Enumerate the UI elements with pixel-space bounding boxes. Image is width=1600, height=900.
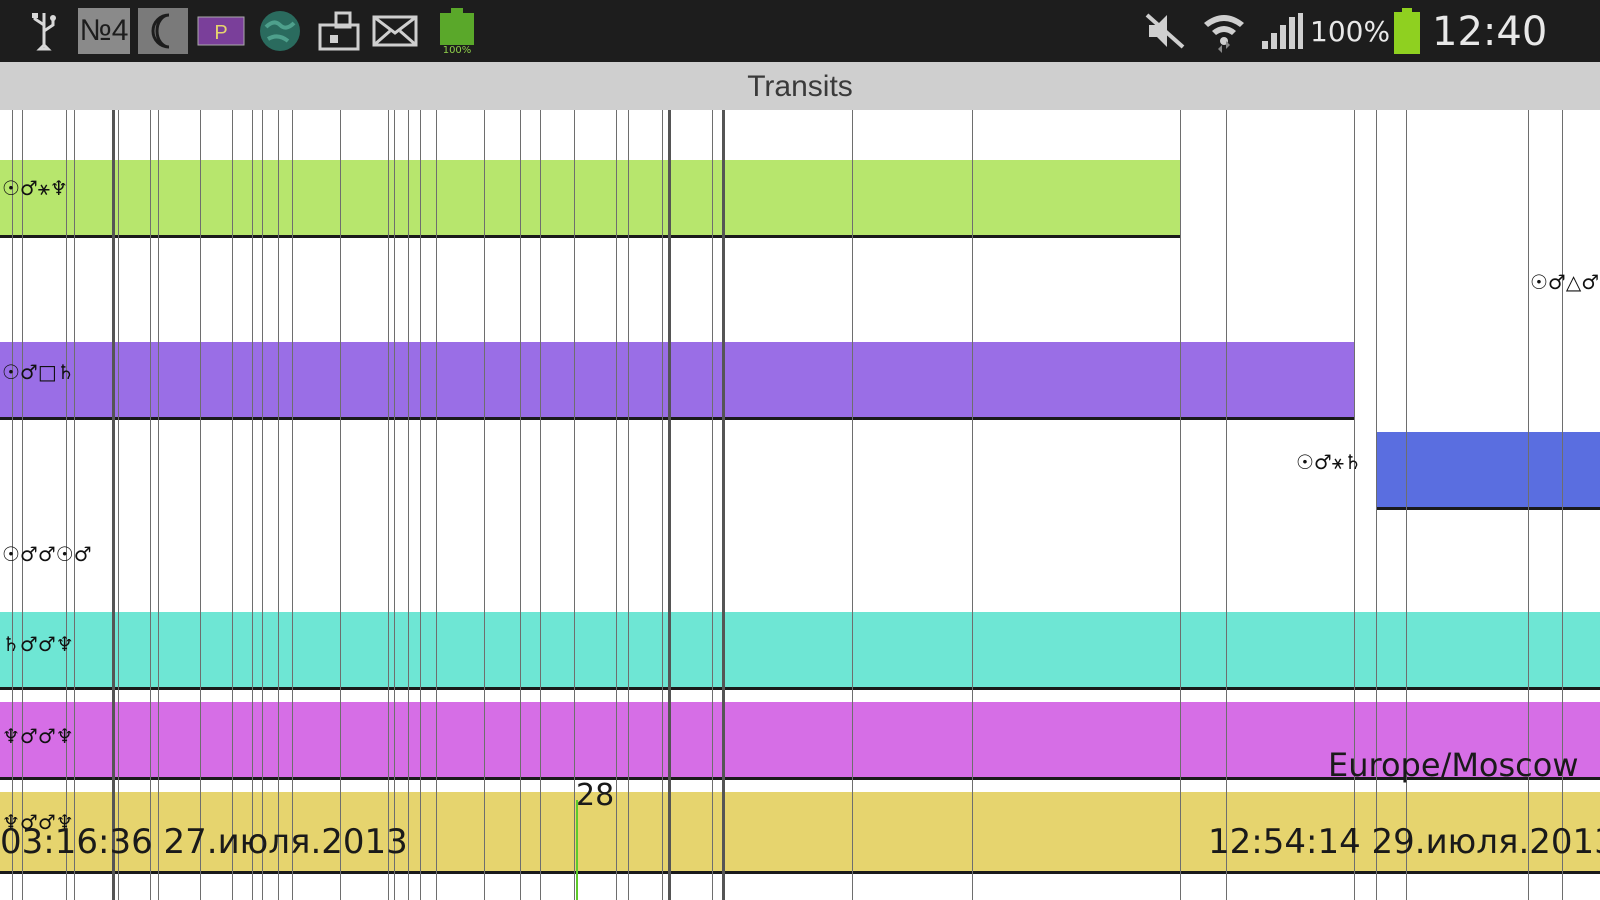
aspect-label: ♆♂♂♆	[2, 724, 74, 748]
event-line	[292, 110, 293, 900]
page-title: Transits	[747, 70, 853, 103]
mute-icon	[1140, 8, 1190, 54]
event-line	[252, 110, 253, 900]
transit-bar-sun-sextile-saturn[interactable]	[1376, 432, 1600, 508]
transit-bar-baseline	[0, 871, 1600, 874]
day-marker-label: 28	[576, 778, 615, 813]
battery-notification-icon: 100%	[436, 8, 478, 54]
svg-text:P: P	[214, 22, 227, 44]
event-line	[1180, 110, 1181, 900]
event-line	[436, 110, 437, 900]
transit-bar-baseline	[0, 687, 1600, 690]
globe-icon	[256, 8, 304, 54]
event-line	[388, 110, 389, 900]
event-line	[540, 110, 541, 900]
end-datetime: 12:54:14 29.июля.2013	[1208, 822, 1600, 862]
event-line	[74, 110, 75, 900]
wifi-icon	[1198, 8, 1250, 54]
aspect-label: ☉♂△♂	[1530, 270, 1600, 294]
event-line	[118, 110, 119, 900]
event-line	[852, 110, 853, 900]
event-line	[408, 110, 409, 900]
event-line	[150, 110, 151, 900]
event-line	[520, 110, 521, 900]
event-line	[668, 110, 671, 900]
transit-chart[interactable]: ☉♂⚹♆ ☉♂□♄ ☉♂⚹♄ ☉♂♂☉♂ ♄♂♂♆ ♆♂♂♆ ♆♂♂♆ ☉♂△♂…	[0, 110, 1600, 900]
signal-icon	[1258, 8, 1306, 54]
battery-icon	[1390, 8, 1424, 54]
aspect-label: ☉♂□♄	[2, 360, 75, 384]
event-line	[66, 110, 67, 900]
transit-bar-baseline	[0, 235, 1180, 238]
notification-count: №4	[79, 14, 129, 47]
current-day-marker	[576, 800, 578, 900]
status-bar: №4 P 100% 100% 12:40	[0, 0, 1600, 62]
event-line	[340, 110, 341, 900]
event-line	[200, 110, 201, 900]
notification-counter-icon: №4	[78, 8, 130, 54]
event-line	[22, 110, 23, 900]
aspect-label: ☉♂⚹♆	[2, 176, 68, 200]
event-line	[1226, 110, 1227, 900]
event-line	[12, 110, 13, 900]
event-line	[722, 110, 725, 900]
transit-bar-baseline	[1376, 507, 1600, 510]
transit-bar-sun-opposition-neptune[interactable]	[0, 160, 1180, 236]
event-line	[574, 110, 575, 900]
event-line	[394, 110, 395, 900]
aspect-label: ☉♂⚹♄	[1296, 450, 1362, 474]
event-line	[628, 110, 629, 900]
clock: 12:40	[1432, 9, 1548, 55]
parking-icon: P	[196, 8, 246, 54]
timezone-label: Europe/Moscow	[1328, 746, 1579, 784]
event-line	[712, 110, 713, 900]
event-line	[112, 110, 115, 900]
battery-notification-text: 100%	[443, 45, 472, 54]
event-line	[972, 110, 973, 900]
aspect-label: ☉♂♂☉♂	[2, 542, 92, 566]
mail-icon	[370, 8, 420, 54]
event-line	[232, 110, 233, 900]
transit-bar-saturn-pluto[interactable]	[0, 612, 1600, 688]
event-line	[616, 110, 617, 900]
event-line	[278, 110, 279, 900]
sim-card-icon	[316, 8, 362, 54]
event-line	[158, 110, 159, 900]
event-line	[262, 110, 263, 900]
usb-icon	[26, 8, 62, 54]
moon-phase-icon	[138, 8, 188, 54]
transit-bar-sun-quincunx-saturn[interactable]	[0, 342, 1354, 418]
start-datetime: 03:16:36 27.июля.2013	[0, 822, 408, 862]
event-line	[662, 110, 663, 900]
battery-percent: 100%	[1310, 15, 1391, 48]
aspect-label: ♄♂♂♆	[2, 632, 74, 656]
event-line	[484, 110, 485, 900]
title-bar: Transits	[0, 62, 1600, 111]
transit-bar-baseline	[0, 417, 1354, 420]
event-line	[420, 110, 421, 900]
